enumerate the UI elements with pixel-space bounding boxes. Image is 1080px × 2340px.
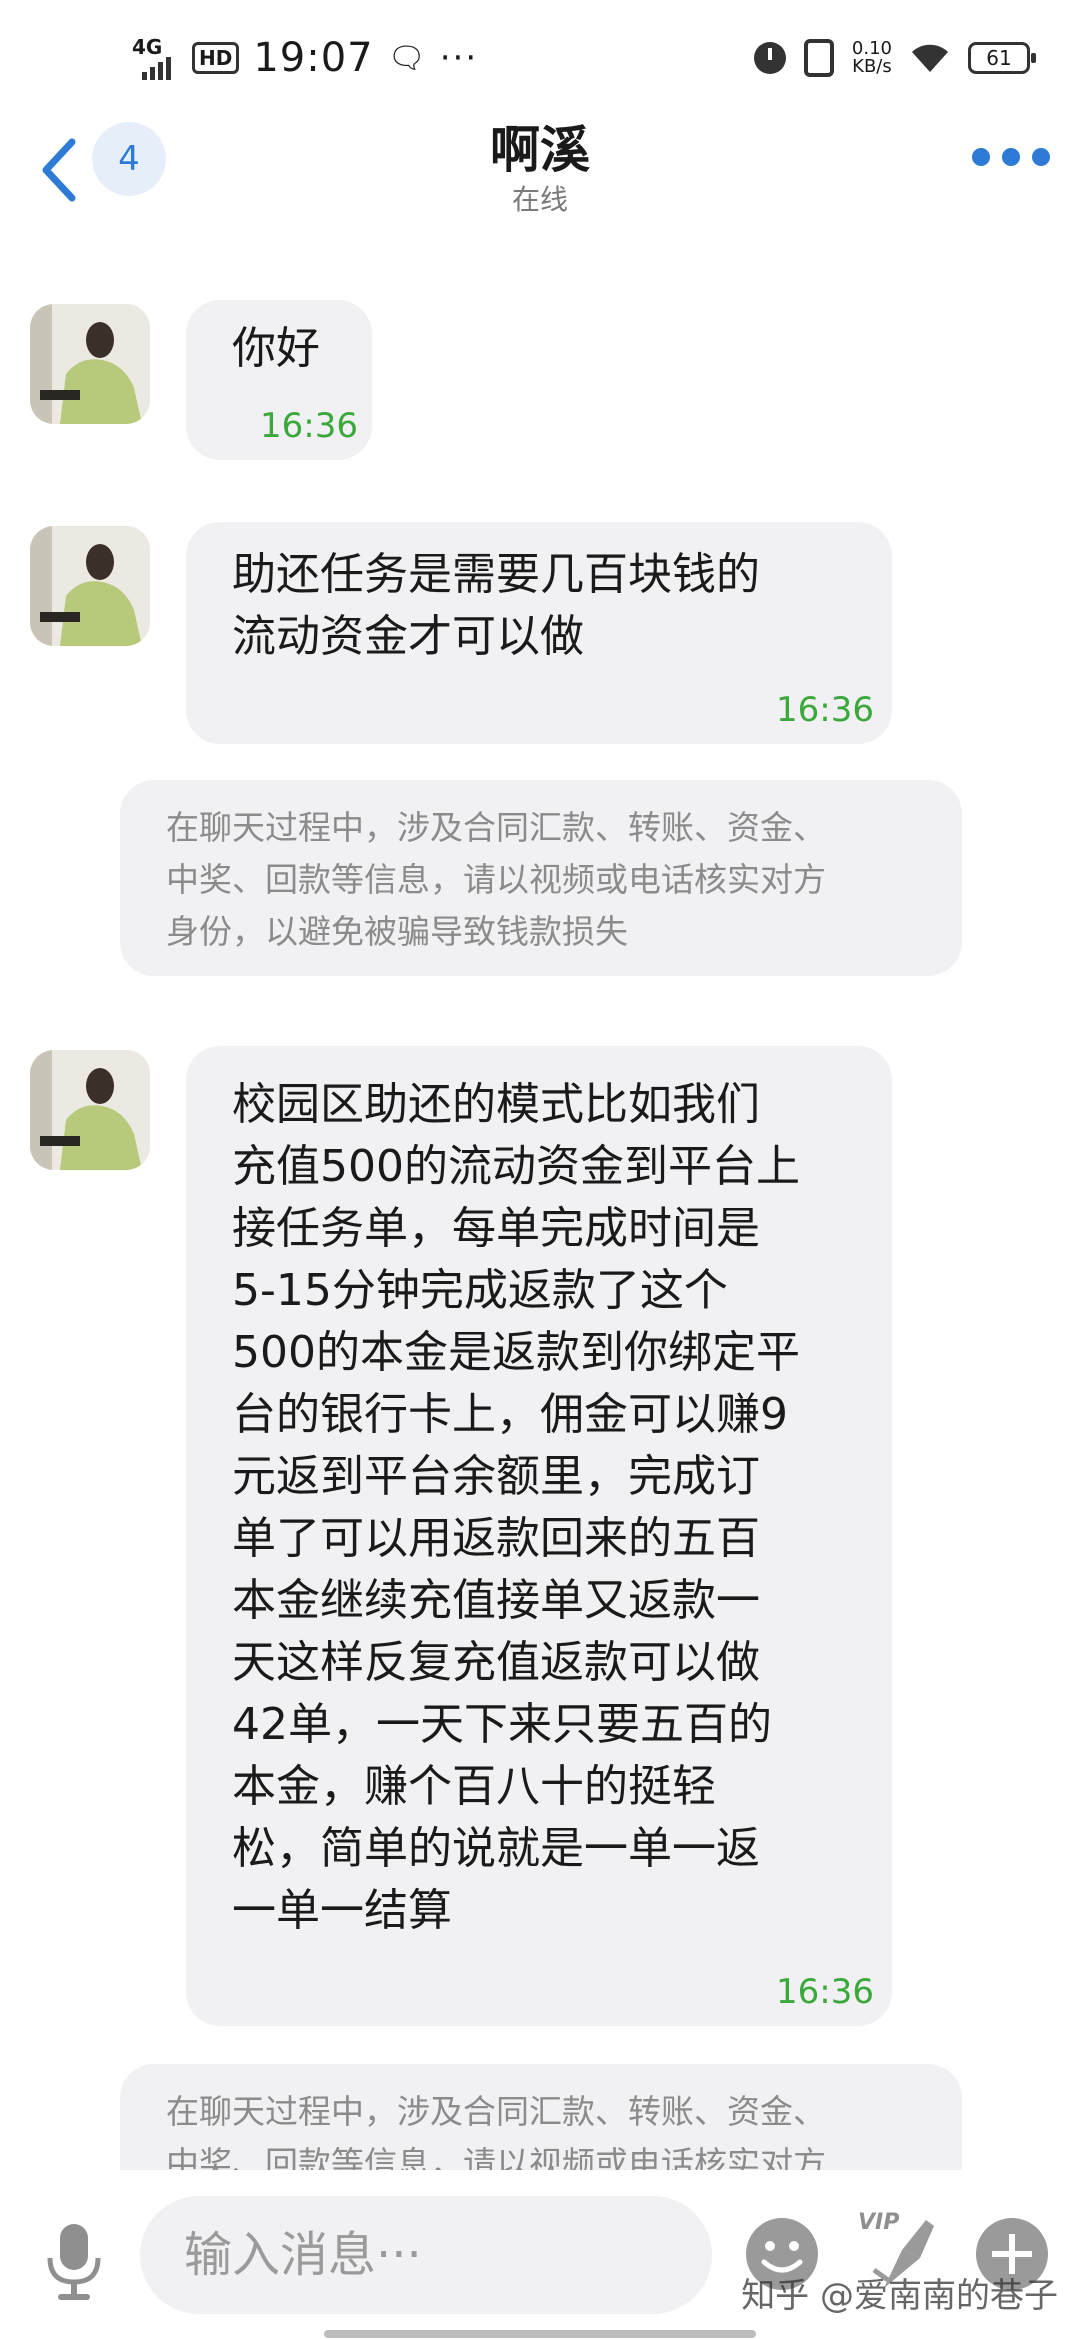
battery-icon: 61 [968, 42, 1036, 74]
message-text: 校园区助还的模式比如我们 充值500的流动资金到平台上 接任务单，每单完成时间是… [232, 1079, 800, 1936]
message-time: 16:36 [260, 406, 358, 446]
avatar[interactable] [30, 526, 150, 646]
avatar-image [30, 526, 150, 646]
hd-icon: HD [192, 42, 240, 74]
message-time: 16:36 [776, 690, 874, 730]
status-more-icon: ··· [439, 38, 479, 78]
input-bar: VIP 知乎 @爱南南的巷子 [0, 2170, 1080, 2340]
network-speed: 0.10 KB/s [852, 40, 892, 76]
more-dots-icon[interactable] [972, 148, 1050, 166]
safety-notice: 在聊天过程中，涉及合同汇款、转账、资金、 中奖、回款等信息，请以视频或电话核实对… [120, 780, 962, 976]
avatar-image [30, 304, 150, 424]
microphone-icon[interactable] [42, 2220, 106, 2304]
avatar-image [30, 1050, 150, 1170]
alarm-icon [753, 42, 786, 74]
signal-icon: 4G [132, 35, 178, 81]
contact-name: 啊溪 [490, 121, 590, 179]
home-indicator[interactable] [324, 2330, 756, 2338]
message-bubble[interactable]: 助还任务是需要几百块钱的 流动资金才可以做 16:36 [186, 522, 892, 744]
speed-unit: KB/s [852, 56, 892, 77]
status-time: 19:07 [253, 35, 374, 81]
chat-header: 4 啊溪 在线 [0, 110, 1080, 230]
message-text: 你好 [232, 323, 320, 374]
wechat-icon: 🗨 [387, 40, 426, 76]
wifi-icon [912, 44, 948, 72]
message-input[interactable] [140, 2196, 712, 2314]
contact-status: 在线 [511, 183, 568, 216]
vibrate-icon [803, 39, 834, 77]
network-type: 4G [132, 35, 163, 59]
message-text: 助还任务是需要几百块钱的 流动资金才可以做 [232, 549, 760, 662]
watermark: 知乎 @爱南南的巷子 [741, 2276, 1058, 2316]
notice-text: 在聊天过程中，涉及合同汇款、转账、资金、 中奖、回款等信息，请以视频或电话核实对… [166, 808, 826, 951]
status-bar: 4G HD 19:07 🗨 ··· 0.10 KB/s 61 [0, 0, 1080, 110]
vip-label: VIP [858, 2210, 900, 2235]
avatar[interactable] [30, 304, 150, 424]
message-bubble[interactable]: 校园区助还的模式比如我们 充值500的流动资金到平台上 接任务单，每单完成时间是… [186, 1046, 892, 2026]
avatar[interactable] [30, 1050, 150, 1170]
message-time: 16:36 [776, 1972, 874, 2012]
message-bubble[interactable]: 你好 16:36 [186, 300, 372, 460]
battery-level: 61 [986, 46, 1012, 70]
